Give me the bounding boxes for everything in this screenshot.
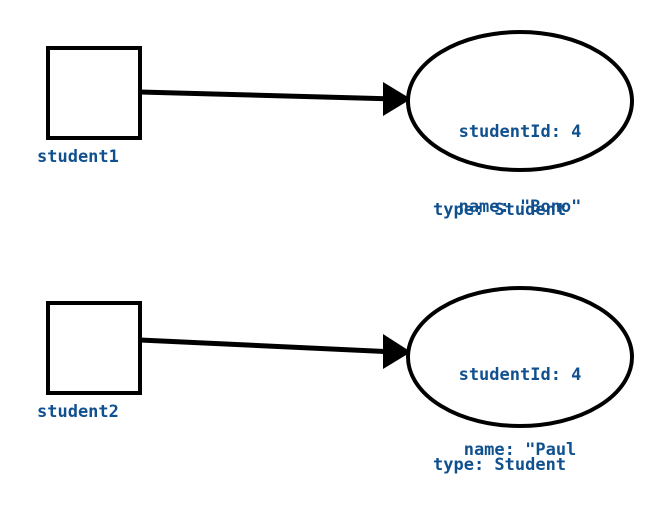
diagram-canvas: student1 studentId: 4 name: "Bono" type:… [0, 0, 670, 506]
object-property-line: studentId: 4 [458, 365, 582, 385]
type-label-student1: type: Student [433, 200, 567, 220]
reference-arrow-line-student2 [139, 337, 396, 355]
variable-label-student2: student2 [37, 402, 119, 422]
variable-box-student1[interactable] [46, 46, 142, 140]
reference-arrow-line-student1 [139, 89, 396, 102]
variable-box-student2[interactable] [46, 301, 142, 395]
object-properties-student1: studentId: 4 name: "Bono" [420, 70, 620, 270]
object-properties-student2: studentId: 4 name: "Paul David Hewson" [413, 313, 627, 506]
object-property-line: studentId: 4 [458, 122, 582, 142]
variable-label-student1: student1 [37, 147, 119, 167]
type-label-student2: type: Student [433, 455, 567, 475]
